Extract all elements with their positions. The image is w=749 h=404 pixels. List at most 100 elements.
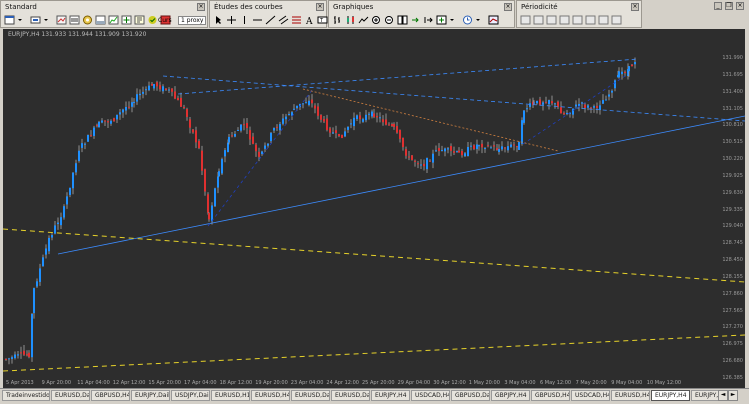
tab-eurusd-h1[interactable]: EURUSD,H1 [211,390,250,401]
timeframe-m5-icon[interactable] [533,15,544,25]
tab-eurusd-h4[interactable]: EURUSD,H4 [611,390,650,401]
text-icon[interactable]: A [304,15,315,27]
candle-body [329,128,331,133]
candle-body [168,89,170,91]
tabs-scroll-right-icon[interactable]: ► [728,390,738,401]
dropdown-arrow-icon[interactable] [43,15,54,25]
timeframe-m1-icon[interactable] [520,15,531,25]
tab-eurusd-daily[interactable]: EURUSD,Daily [51,390,90,401]
chart-shift-icon[interactable] [423,15,434,25]
candle-body [373,113,375,117]
fibonacci-icon[interactable] [291,15,302,25]
market-watch-icon[interactable] [56,15,67,25]
timeframe-w1-icon[interactable] [611,15,622,25]
crosshair-label: Curs [158,17,172,24]
autoscroll-icon[interactable] [410,15,421,25]
dropdown-arrow-icon[interactable] [449,15,460,25]
price-chart[interactable] [3,29,745,388]
timeframe-m15-icon[interactable] [546,15,557,25]
timeframe-h4-icon[interactable] [585,15,596,25]
tab-eurusd-daily[interactable]: EURUSD,Daily [331,390,370,401]
candlestick-icon[interactable] [345,15,356,25]
candle-body [90,135,92,137]
data-window-icon[interactable] [69,15,80,25]
candle-body [48,237,50,252]
candle-body [110,120,112,124]
crosshair-value[interactable]: 1 proxy [178,16,207,25]
tab-tradeinvestidor[interactable]: Tradeinvestidor [2,390,50,401]
navigator-icon[interactable] [82,15,93,25]
tab-eurjpy-h4[interactable]: EURJPY,H4 [651,390,690,401]
standard-toolbar-title: Standard [5,3,37,11]
dropdown-arrow-icon[interactable] [17,15,28,25]
candle-body [107,121,109,123]
candle-body [243,124,245,126]
zoom-in-icon[interactable] [371,15,382,25]
close-icon[interactable]: × [316,3,324,11]
vertical-line-icon[interactable] [239,15,250,25]
close-window-icon[interactable]: × [736,2,744,10]
symbol-info: EURJPY,H4 131.933 131.944 131.909 131.92… [8,31,147,38]
tab-eurusd-h4[interactable]: EURUSD,H4 [251,390,290,401]
candle-body [447,148,449,150]
candle-body [432,153,434,163]
candle-body [153,84,155,89]
price-chart-canvas[interactable] [3,29,745,388]
indicators-icon[interactable] [436,15,447,25]
tabs-scroll-left-icon[interactable]: ◄ [718,390,728,401]
candle-body [461,150,463,156]
candle-body [221,159,223,174]
templates-icon[interactable] [488,15,499,25]
tab-eurusd-daily[interactable]: EURUSD,Daily [291,390,330,401]
candle-body [237,129,239,131]
candle-body [258,151,260,157]
new-order-icon[interactable] [121,15,132,25]
timeframe-m30-icon[interactable] [559,15,570,25]
candle-body [518,142,520,150]
candle-body [405,149,407,156]
crosshair-icon[interactable] [226,15,237,25]
candle-body [128,106,130,108]
metaeditor-icon[interactable] [134,15,145,25]
timeframe-d1-icon[interactable] [598,15,609,25]
dropdown-arrow-icon[interactable] [475,15,486,25]
tab-usdcad-h4[interactable]: USDCAD,H4 [571,390,610,401]
candle-body [368,113,370,115]
candle-body [234,133,236,137]
trendline-icon[interactable] [265,15,276,25]
bar-chart-icon[interactable] [332,15,343,25]
periods-icon[interactable] [462,15,473,25]
candle-body [382,119,384,123]
tab-eurjpy-daily[interactable]: EURJPY,Daily [131,390,170,401]
candle-body [20,352,22,354]
candle-body [96,124,98,126]
tab-usdcad-h4[interactable]: USDCAD,H4 [411,390,450,401]
candle-body [542,102,544,105]
label-icon[interactable]: T [317,15,328,25]
timeframe-h1-icon[interactable] [572,15,583,25]
close-icon[interactable]: × [504,3,512,11]
minimize-window-icon[interactable]: _ [714,2,722,10]
horizontal-line-icon[interactable] [252,15,263,25]
restore-window-icon[interactable]: ❐ [725,2,733,10]
new-chart-icon[interactable] [4,15,15,25]
terminal-icon[interactable] [95,15,106,25]
line-chart-icon[interactable] [358,15,369,25]
channel-icon[interactable] [278,15,289,25]
zoom-out-icon[interactable] [384,15,395,25]
tab-eurjpy-h4[interactable]: EURJPY,H4 [371,390,410,401]
tab-gbpusd-h4[interactable]: GBPUSD,H4 [531,390,570,401]
tester-icon[interactable] [108,15,119,25]
close-icon[interactable]: × [631,3,639,11]
tab-gbpusd-h4[interactable]: GBPUSD,H4 [91,390,130,401]
tab-gbpjpy-h4[interactable]: GBPJPY,H4 [491,390,530,401]
cursor-icon[interactable] [213,15,224,25]
candle-body [122,109,124,113]
tile-windows-icon[interactable] [397,15,408,25]
tab-usdjpy-daily[interactable]: USDJPY,Daily [171,390,210,401]
close-icon[interactable]: × [197,3,205,11]
profiles-icon[interactable] [30,15,41,25]
candle-body [302,103,304,105]
candle-body [371,111,373,117]
tab-gbpusd-daily[interactable]: GBPUSD,Daily [451,390,490,401]
